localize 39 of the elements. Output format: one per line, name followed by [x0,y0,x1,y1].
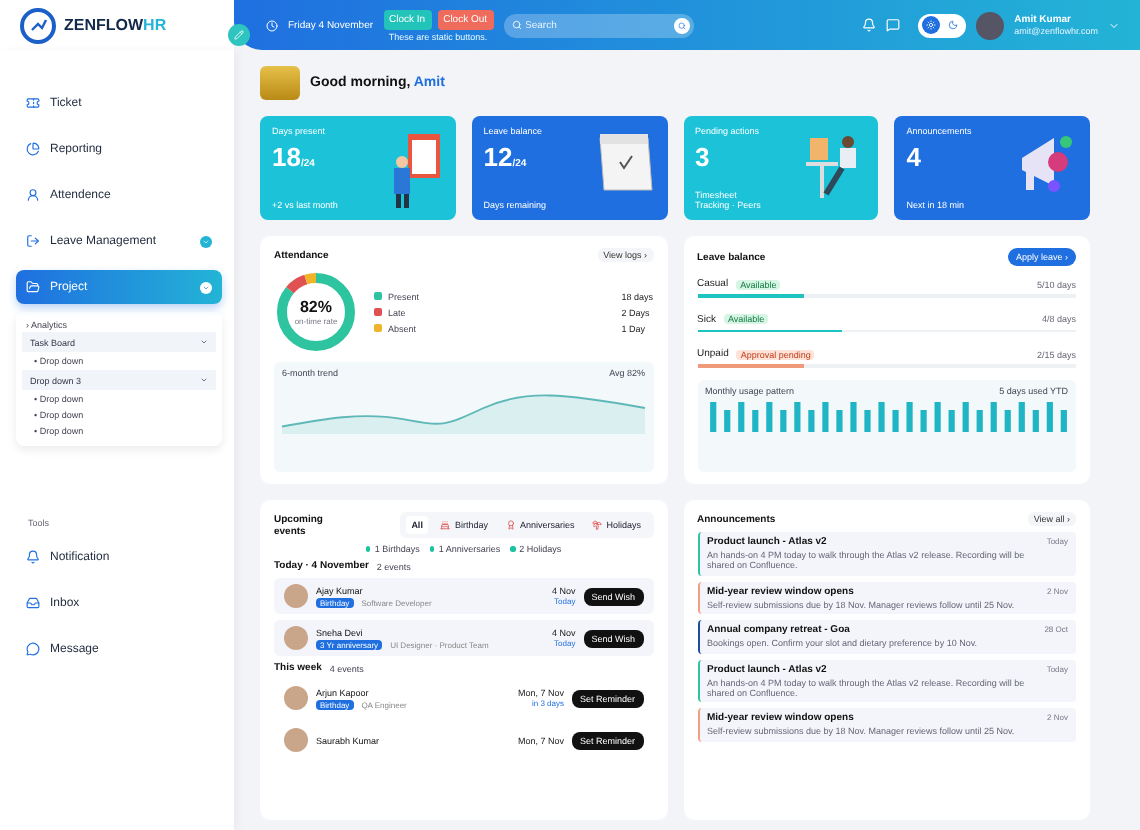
moon-icon [948,20,959,30]
bullet-dot-icon [365,546,371,552]
notification-icon[interactable] [862,18,877,32]
cake-icon [440,520,451,530]
inbox-icon [26,596,40,610]
logo-icon [20,7,56,43]
ticket-icon [26,96,40,110]
chat-icon[interactable] [886,18,901,32]
calendar-drawing [595,130,655,194]
search-button[interactable] [673,17,690,33]
avatar [284,686,308,710]
sunrise-picture [260,66,300,100]
bullet-dot-icon [429,546,435,552]
chat-bubble-icon [26,642,40,656]
folder-icon [26,280,40,294]
bell-icon [26,550,40,564]
award-icon [505,520,516,530]
collapse-button[interactable] [228,24,250,46]
clock-icon [266,19,278,31]
palm-tree-icon [592,520,603,530]
search-icon [677,21,686,29]
chevron-down-icon[interactable] [1108,19,1120,31]
brand-name: ZENFLOWHR [64,16,167,34]
exit-icon [26,234,40,248]
card-value: 3 [695,142,712,172]
theme-toggle[interactable] [918,13,967,37]
bullet-dot-icon [510,546,516,552]
search-icon [511,20,522,30]
avatar [284,584,308,608]
card-value: 4 [906,142,923,172]
avatar [284,728,308,752]
person-icon [26,188,40,202]
rate-value: 82% [299,298,332,316]
pie-chart-icon [26,142,40,156]
donut-chart-drawing [274,270,358,354]
sun-icon [926,20,937,30]
avatar [284,626,308,650]
pencil-icon [234,30,244,40]
avatar [976,11,1005,39]
